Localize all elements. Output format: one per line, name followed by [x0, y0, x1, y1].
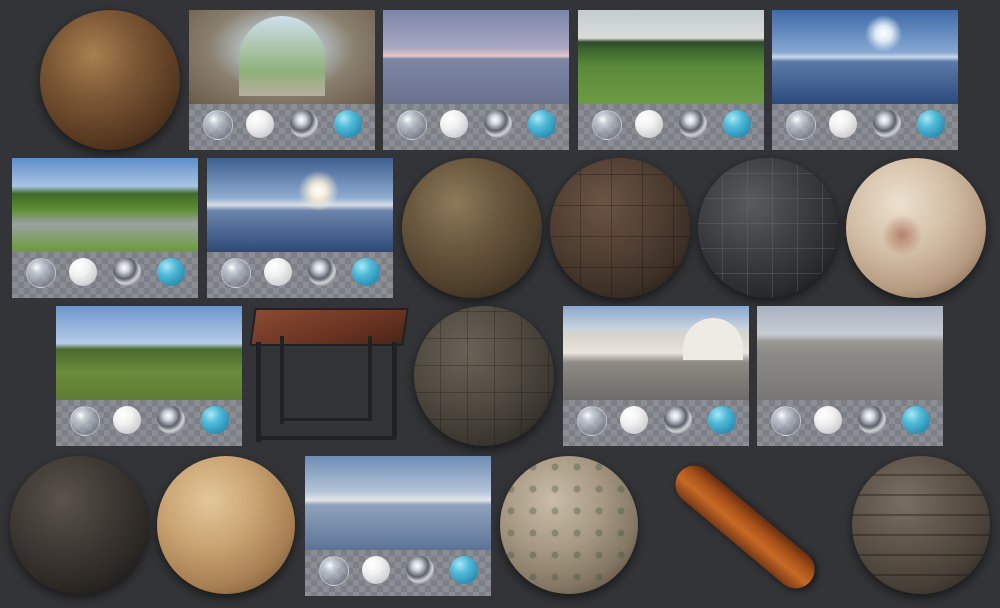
material-sphere-black-tiles[interactable]	[698, 158, 838, 298]
hdri-sky	[56, 306, 242, 400]
tunnel-arch	[239, 16, 325, 96]
chrome-ball	[484, 110, 512, 138]
blue-ball	[334, 110, 362, 138]
hdri-sky	[772, 10, 958, 104]
glass-ball	[577, 406, 607, 436]
glass-ball	[397, 110, 427, 140]
chrome-ball	[858, 406, 886, 434]
hdri-sky	[305, 456, 491, 550]
chrome-ball	[406, 556, 434, 584]
glass-ball	[592, 110, 622, 140]
white-ball	[246, 110, 274, 138]
glass-ball	[70, 406, 100, 436]
hdri-sky	[383, 10, 569, 104]
hdri-thumbnail-clear-sky-sea[interactable]	[772, 10, 958, 150]
material-sphere-stone-tiles[interactable]	[414, 306, 554, 446]
white-ball	[440, 110, 468, 138]
material-sphere-brown-tiles[interactable]	[550, 158, 690, 298]
model-wood-steel-table[interactable]	[249, 306, 409, 446]
blue-ball	[450, 556, 478, 584]
hdri-sky	[12, 158, 198, 252]
material-sphere-stone-brick[interactable]	[852, 456, 990, 594]
table-leg	[392, 342, 397, 438]
chrome-ball	[873, 110, 901, 138]
table-leg	[256, 342, 261, 442]
blue-ball	[201, 406, 229, 434]
mancala-board-body	[667, 457, 823, 597]
white-ball	[69, 258, 97, 286]
table-rail	[256, 436, 396, 440]
chrome-ball	[679, 110, 707, 138]
blue-ball	[352, 258, 380, 286]
hdri-thumbnail-calm-lake-clouds[interactable]	[305, 456, 491, 596]
blue-ball	[723, 110, 751, 138]
hdri-thumbnail-country-road-trees[interactable]	[12, 158, 198, 298]
glass-ball	[771, 406, 801, 436]
white-ball	[362, 556, 390, 584]
chrome-ball	[113, 258, 141, 286]
white-ball	[113, 406, 141, 434]
table-leg	[280, 336, 284, 424]
table-top	[249, 308, 409, 346]
hdri-thumbnail-dusk-sea[interactable]	[383, 10, 569, 150]
chrome-ball	[157, 406, 185, 434]
blue-ball	[917, 110, 945, 138]
material-sphere-patterned-stone[interactable]	[500, 456, 638, 594]
hdri-sky	[757, 306, 943, 400]
hdri-sky	[578, 10, 764, 104]
material-sphere-sandstone[interactable]	[157, 456, 295, 594]
white-ball	[620, 406, 648, 434]
hdri-thumbnail-overcast-plaza[interactable]	[757, 306, 943, 446]
hdri-thumbnail-grassland[interactable]	[56, 306, 242, 446]
material-sphere-rusty-metal[interactable]	[40, 10, 180, 150]
model-mancala-board[interactable]	[648, 456, 844, 597]
hdri-thumbnail-forest-meadow[interactable]	[578, 10, 764, 150]
hdri-thumbnail-town-square[interactable]	[563, 306, 749, 446]
blue-ball	[902, 406, 930, 434]
glass-ball	[786, 110, 816, 140]
hdri-thumbnail-tunnel-courtyard[interactable]	[189, 10, 375, 150]
blue-ball	[708, 406, 736, 434]
blue-ball	[528, 110, 556, 138]
white-ball	[814, 406, 842, 434]
blue-ball	[157, 258, 185, 286]
white-ball	[264, 258, 292, 286]
chrome-ball	[664, 406, 692, 434]
glass-ball	[203, 110, 233, 140]
white-ball	[829, 110, 857, 138]
material-sphere-worn-concrete[interactable]	[402, 158, 542, 298]
table-rail	[280, 418, 372, 421]
glass-ball	[319, 556, 349, 586]
material-sphere-plaster-brick[interactable]	[846, 158, 986, 298]
white-ball	[635, 110, 663, 138]
chrome-ball	[308, 258, 336, 286]
hdri-thumbnail-sunny-sea-horizon[interactable]	[207, 158, 393, 298]
chrome-ball	[290, 110, 318, 138]
glass-ball	[221, 258, 251, 288]
glass-ball	[26, 258, 56, 288]
material-sphere-dark-rock[interactable]	[10, 456, 148, 594]
hdri-sky	[207, 158, 393, 252]
table-leg	[368, 336, 372, 420]
